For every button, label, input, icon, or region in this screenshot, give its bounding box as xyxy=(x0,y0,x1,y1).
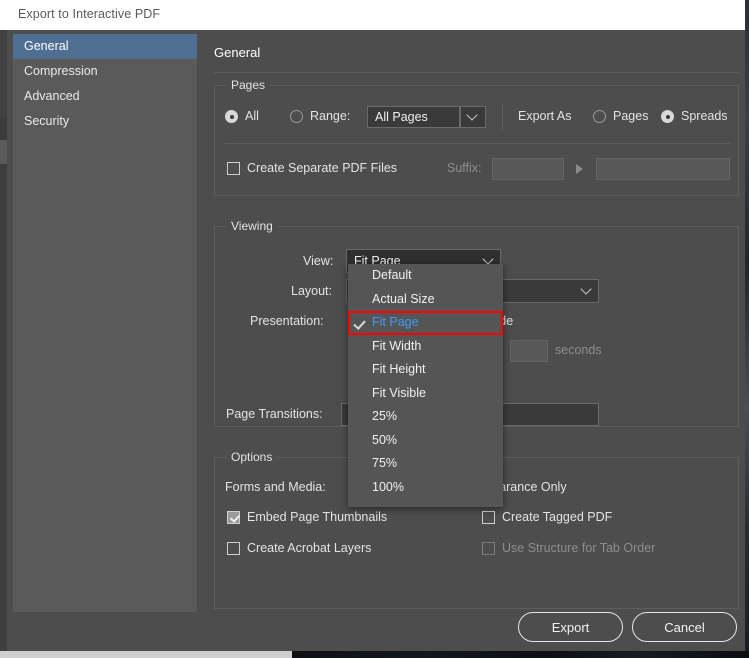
view-label: View: xyxy=(303,254,334,268)
dropdown-option-default[interactable]: Default xyxy=(348,264,503,288)
create-separate-pdf-label: Create Separate PDF Files xyxy=(247,161,398,175)
dropdown-option-actual-size[interactable]: Actual Size xyxy=(348,288,503,312)
flip-seconds-input[interactable] xyxy=(510,340,548,362)
create-acrobat-layers-checkbox[interactable] xyxy=(227,542,240,555)
pages-inner-divider xyxy=(225,143,730,144)
chevron-down-icon xyxy=(459,107,485,127)
suffix-label: Suffix: xyxy=(447,161,482,175)
dialog-sidebar: General Compression Advanced Security xyxy=(13,34,197,612)
sidebar-item-security[interactable]: Security xyxy=(13,109,197,134)
pages-separator xyxy=(502,104,503,130)
export-as-label: Export As xyxy=(518,109,572,123)
presentation-label: Presentation: xyxy=(250,314,324,328)
dropdown-option-75-percent[interactable]: 75% xyxy=(348,452,503,476)
range-select-dropdown-button[interactable] xyxy=(460,106,486,128)
layout-label: Layout: xyxy=(291,284,333,298)
sidebar-item-compression[interactable]: Compression xyxy=(13,59,197,84)
background-left-strip xyxy=(0,0,7,651)
dialog-title: Export to Interactive PDF xyxy=(18,7,161,21)
dropdown-option-label: 75% xyxy=(372,456,398,470)
dropdown-option-fit-height[interactable]: Fit Height xyxy=(348,358,503,382)
dialog-title-bar: Export to Interactive PDF xyxy=(7,0,745,30)
suffix-input[interactable] xyxy=(492,158,564,180)
page-title: General xyxy=(214,45,261,60)
sidebar-item-general[interactable]: General xyxy=(13,34,197,59)
sidebar-item-advanced[interactable]: Advanced xyxy=(13,84,197,109)
export-button-label: Export xyxy=(551,619,590,635)
dropdown-option-label: Actual Size xyxy=(372,291,435,306)
background-right-strip xyxy=(745,0,749,658)
check-icon xyxy=(353,317,366,330)
dropdown-option-label: Fit Width xyxy=(372,338,422,353)
sidebar-item-label: Compression xyxy=(24,64,98,78)
use-structure-tab-order-label: Use Structure for Tab Order xyxy=(502,541,656,555)
dropdown-option-label: 25% xyxy=(372,409,398,423)
options-group-legend: Options xyxy=(226,450,278,464)
pages-range-radio[interactable] xyxy=(290,110,303,123)
pages-group: Pages All Range: All Pages Export As Pag… xyxy=(214,78,739,196)
export-as-pages-label: Pages xyxy=(613,109,649,123)
panel-divider xyxy=(214,72,739,73)
dropdown-option-fit-width[interactable]: Fit Width xyxy=(348,335,503,359)
background-bottom-strip xyxy=(0,651,749,658)
export-as-spreads-label: Spreads xyxy=(681,109,728,123)
dropdown-option-fit-page[interactable]: Fit Page xyxy=(348,311,503,335)
sidebar-item-label: Security xyxy=(24,114,70,128)
dropdown-option-label: 100% xyxy=(372,479,404,494)
dropdown-option-50-percent[interactable]: 50% xyxy=(348,429,503,453)
view-dropdown-menu[interactable]: Default Actual Size Fit Page Fit Width F… xyxy=(348,264,503,507)
range-select-value: All Pages xyxy=(375,110,428,124)
create-separate-pdf-checkbox[interactable] xyxy=(227,162,240,175)
dropdown-option-label: Fit Page xyxy=(372,315,419,329)
dropdown-option-100-percent[interactable]: 100% xyxy=(348,476,503,500)
embed-page-thumbnails-label: Embed Page Thumbnails xyxy=(247,510,388,524)
create-tagged-pdf-label: Create Tagged PDF xyxy=(502,510,613,524)
pages-all-label: All xyxy=(245,109,259,123)
dropdown-option-label: 50% xyxy=(372,432,398,447)
dropdown-option-label: Default xyxy=(372,268,412,282)
create-tagged-pdf-checkbox[interactable] xyxy=(482,511,495,524)
export-as-spreads-radio[interactable] xyxy=(661,110,674,123)
create-acrobat-layers-label: Create Acrobat Layers xyxy=(247,541,372,555)
suffix-preview-input[interactable] xyxy=(596,158,730,180)
sidebar-item-label: General xyxy=(24,39,69,53)
dropdown-option-label: Fit Height xyxy=(372,362,426,376)
cancel-button-label: Cancel xyxy=(664,619,705,635)
seconds-label: seconds xyxy=(555,343,602,357)
viewing-group-legend: Viewing xyxy=(226,219,278,233)
dropdown-option-25-percent[interactable]: 25% xyxy=(348,405,503,429)
range-select[interactable]: All Pages xyxy=(367,106,460,128)
dropdown-option-label: Fit Visible xyxy=(372,385,426,400)
use-structure-tab-order-checkbox xyxy=(482,542,495,555)
pages-range-label: Range: xyxy=(310,109,351,123)
pages-group-legend: Pages xyxy=(226,78,271,92)
page-transitions-label: Page Transitions: xyxy=(226,407,323,421)
embed-page-thumbnails-checkbox[interactable] xyxy=(227,511,240,524)
chevron-down-icon xyxy=(573,280,598,302)
forms-media-label: Forms and Media: xyxy=(225,480,326,494)
play-triangle-icon[interactable] xyxy=(576,164,583,174)
export-as-pages-radio[interactable] xyxy=(593,110,606,123)
dropdown-option-fit-visible[interactable]: Fit Visible xyxy=(348,382,503,406)
cancel-button[interactable]: Cancel xyxy=(632,612,737,642)
export-interactive-pdf-dialog: Export to Interactive PDF General Compre… xyxy=(7,0,745,651)
sidebar-item-label: Advanced xyxy=(24,89,80,103)
export-button[interactable]: Export xyxy=(518,612,623,642)
pages-all-radio[interactable] xyxy=(225,110,238,123)
